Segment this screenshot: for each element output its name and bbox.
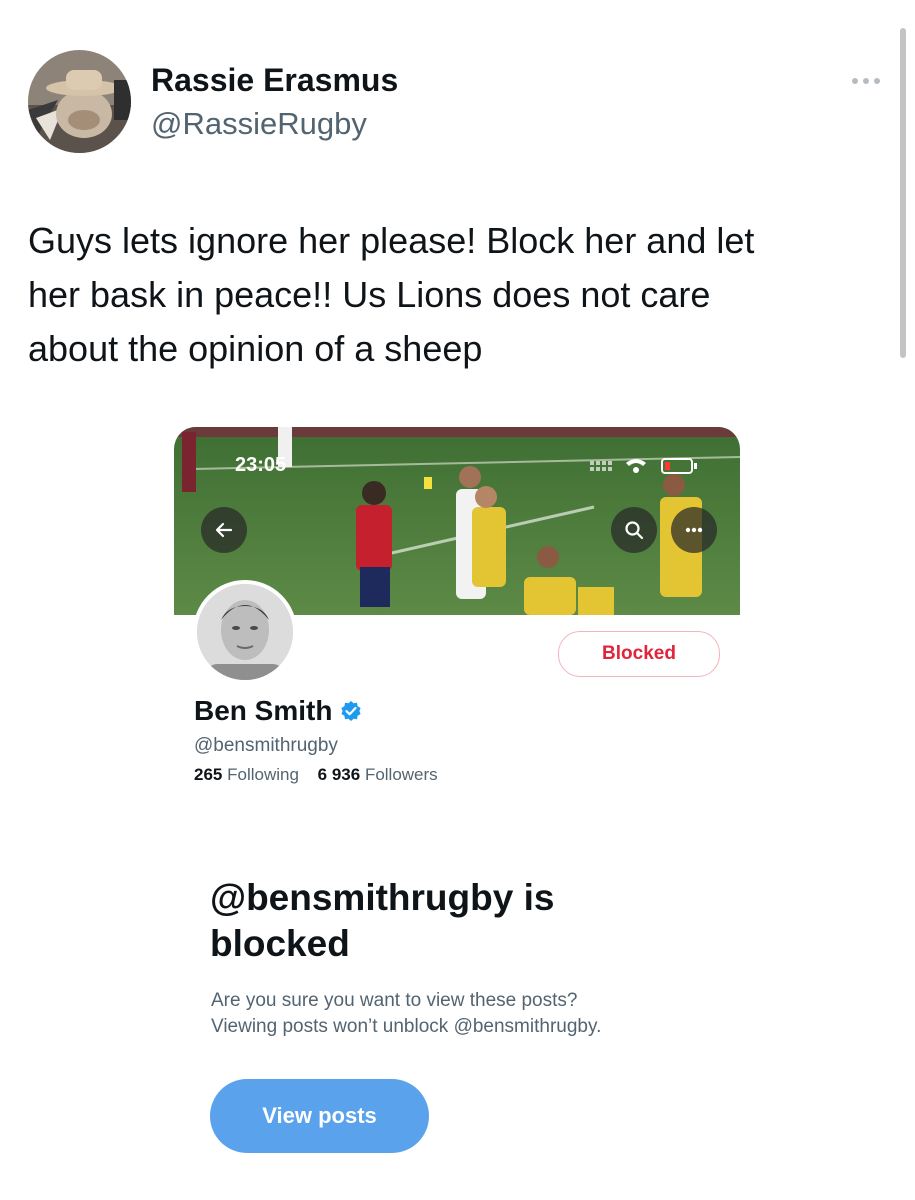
more-horizontal-icon [685, 527, 703, 533]
attached-screenshot[interactable]: 23:05 Blocked Ben Smith @bensmithrugby 2… [174, 427, 740, 1187]
more-dot-icon [874, 78, 880, 84]
author-name[interactable]: Rassie Erasmus [151, 62, 398, 99]
view-posts-button[interactable]: View posts [210, 1079, 429, 1153]
back-button[interactable] [201, 507, 247, 553]
profile-handle: @bensmithrugby [194, 735, 338, 756]
tweet-text: Guys lets ignore her please! Block her a… [28, 214, 868, 376]
more-dot-icon [863, 78, 869, 84]
followers-label: Followers [364, 765, 438, 784]
arrow-left-icon [215, 522, 233, 538]
blocked-button[interactable]: Blocked [558, 631, 720, 677]
author-avatar[interactable] [28, 50, 131, 153]
profile-stats: 265 Following 6 936 Followers [194, 765, 452, 785]
status-time: 23:05 [235, 454, 287, 476]
profile-avatar[interactable] [193, 580, 297, 684]
blocked-description-line: Viewing posts won’t unblock @bensmithrug… [211, 1016, 602, 1037]
blocked-title: @bensmithrugby is blocked [210, 877, 555, 964]
blocked-description-line: Are you sure you want to view these post… [211, 990, 578, 1011]
profile-name: Ben Smith [194, 695, 333, 726]
author-handle[interactable]: @RassieRugby [151, 106, 367, 142]
profile-more-button[interactable] [671, 507, 717, 553]
followers-count: 6 936 [317, 765, 361, 784]
more-options-button[interactable] [846, 72, 886, 90]
following-stat[interactable]: 265 Following [194, 765, 299, 785]
following-label: Following [227, 765, 299, 784]
status-icons [590, 458, 697, 474]
following-count: 265 [194, 765, 223, 784]
tweet-text-line: about the opinion of a sheep [28, 328, 483, 369]
followers-stat[interactable]: 6 936 Followers [318, 765, 438, 785]
blocked-description: Are you sure you want to view these post… [211, 988, 691, 1040]
tweet-text-line: her bask in peace!! Us Lions does not ca… [28, 274, 711, 315]
tweet-text-line: Guys lets ignore her please! Block her a… [28, 220, 755, 261]
more-dot-icon [852, 78, 858, 84]
profile-name-row: Ben Smith [194, 695, 362, 727]
search-button[interactable] [611, 507, 657, 553]
verified-badge-icon [341, 701, 362, 721]
search-icon [625, 521, 644, 540]
scrollbar[interactable] [900, 28, 906, 358]
